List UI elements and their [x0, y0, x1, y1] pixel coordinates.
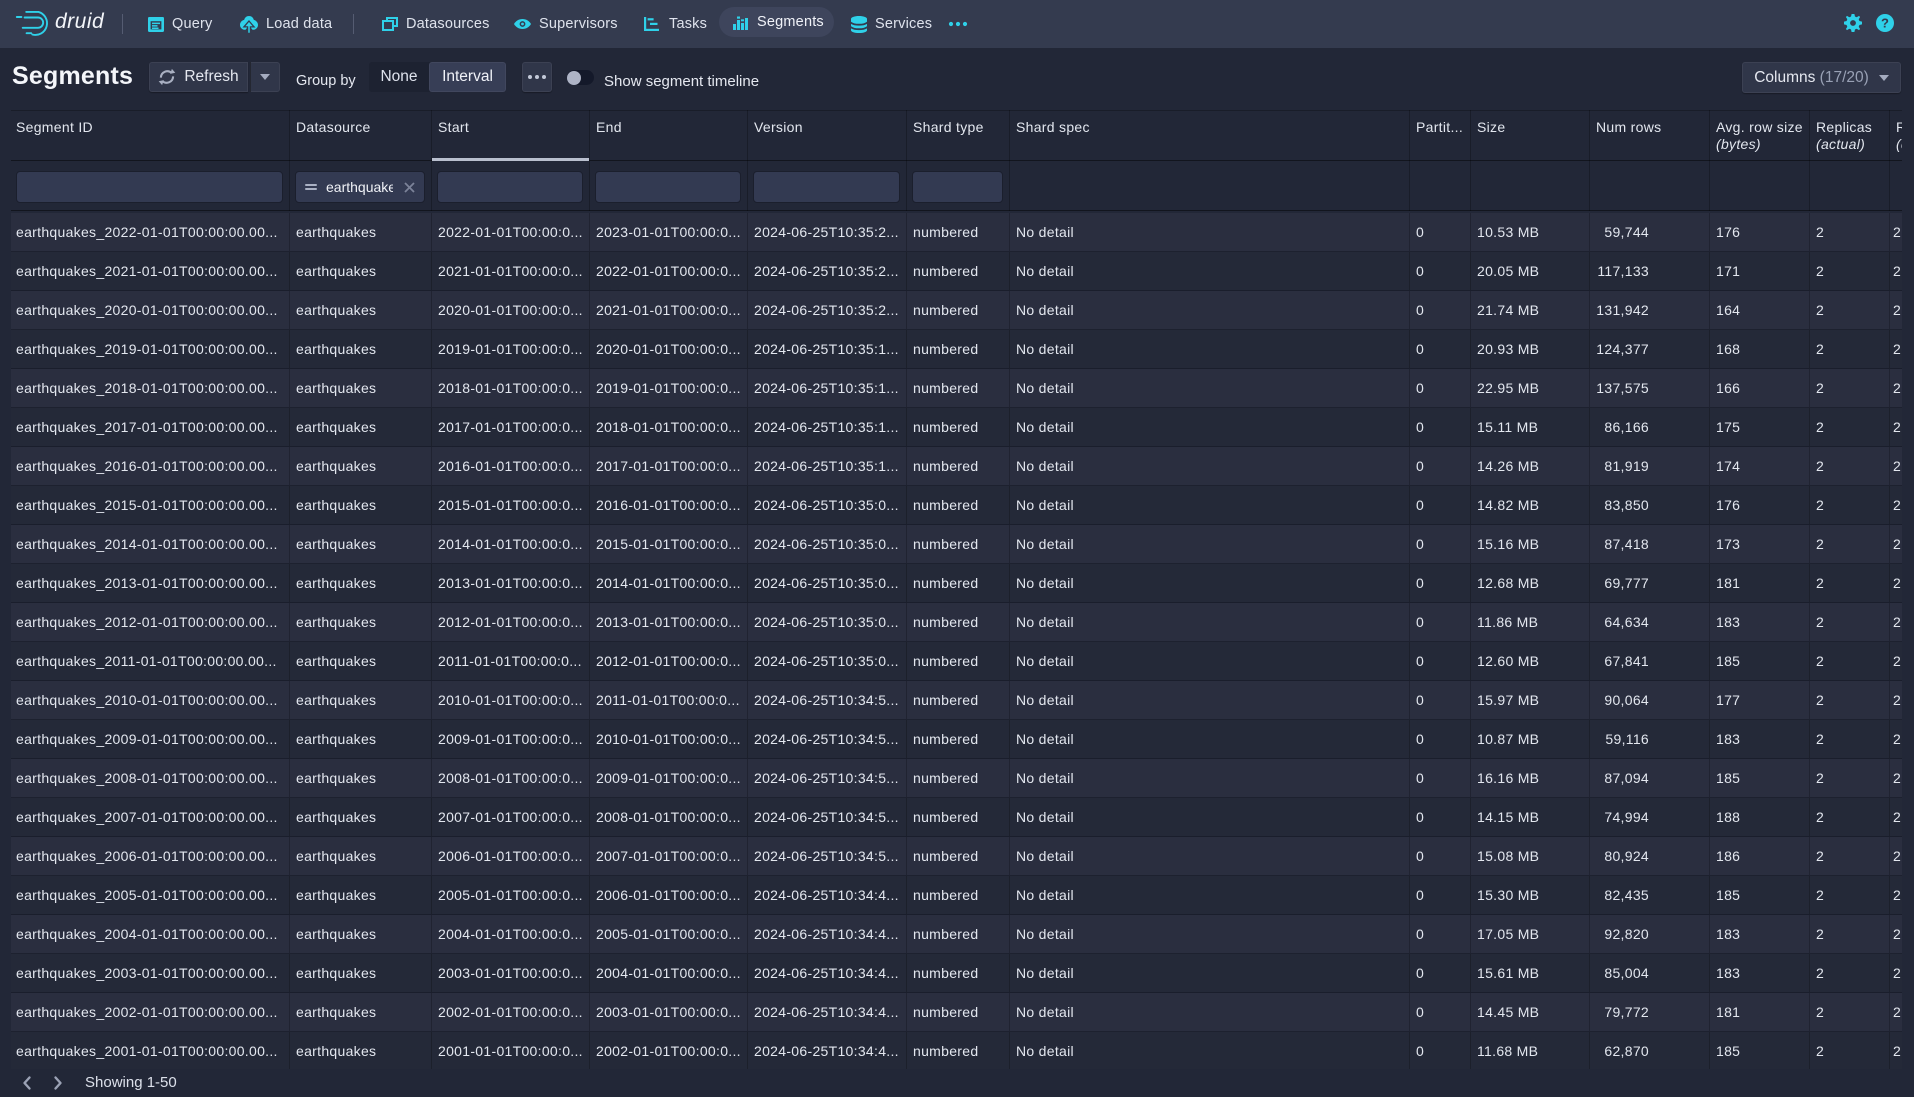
svg-text:?: ? — [1881, 16, 1889, 31]
